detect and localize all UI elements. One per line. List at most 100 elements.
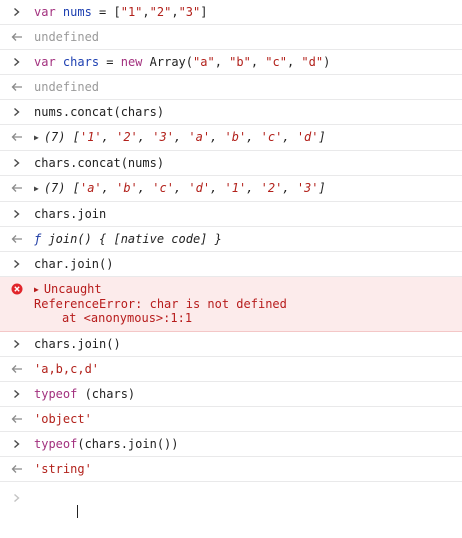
expand-triangle-icon[interactable]: ▶ bbox=[34, 285, 39, 294]
console-prompt[interactable] bbox=[0, 482, 462, 538]
return-arrow-icon bbox=[0, 80, 34, 94]
code-token: 'a,b,c,d' bbox=[34, 362, 100, 376]
output-value: undefined bbox=[34, 30, 458, 44]
code-token: , bbox=[171, 5, 179, 19]
return-arrow-icon bbox=[0, 232, 34, 246]
code-token: '1' bbox=[224, 181, 247, 195]
input-code: chars.join bbox=[34, 207, 458, 221]
code-token: chars.join bbox=[34, 207, 107, 221]
code-token: "a" bbox=[193, 55, 215, 69]
code-token: , bbox=[214, 55, 230, 69]
code-token: new bbox=[120, 55, 143, 69]
chevron-right-icon bbox=[0, 55, 34, 69]
devtools-console: var nums = ["1","2","3"] undefined var cha… bbox=[0, 0, 462, 518]
chevron-right-icon bbox=[0, 156, 34, 170]
console-input-line: chars.join bbox=[0, 202, 462, 227]
code-token: , bbox=[282, 181, 297, 195]
return-arrow-icon bbox=[0, 362, 34, 376]
output-value[interactable]: ▶ (7) ['a', 'b', 'c', 'd', '1', '2', '3'] bbox=[34, 181, 458, 196]
code-token: 'd' bbox=[188, 181, 211, 195]
console-input-line: typeof(chars.join()) bbox=[0, 432, 462, 457]
code-token: '3' bbox=[152, 130, 174, 144]
expand-triangle-icon[interactable]: ▶ bbox=[34, 133, 39, 142]
code-token: , bbox=[286, 55, 302, 69]
code-token: typeof bbox=[34, 437, 78, 451]
code-token: , bbox=[282, 130, 297, 144]
output-value: 'a,b,c,d' bbox=[34, 362, 458, 376]
code-token: ] bbox=[200, 5, 208, 19]
code-token: nums bbox=[62, 5, 92, 19]
expand-triangle-icon[interactable]: ▶ bbox=[34, 184, 39, 193]
code-token: chars bbox=[62, 55, 100, 69]
input-code: typeof (chars) bbox=[34, 387, 458, 401]
console-input-line: var nums = ["1","2","3"] bbox=[0, 0, 462, 25]
console-error-message: ▶ Uncaught ReferenceError: char is not def… bbox=[0, 277, 462, 332]
error-text: ▶ Uncaught ReferenceError: char is not def… bbox=[34, 282, 458, 325]
input-code: nums.concat(chars) bbox=[34, 105, 458, 119]
return-arrow-icon bbox=[0, 30, 34, 44]
code-token: "b" bbox=[229, 55, 251, 69]
prompt-chevron-icon bbox=[0, 491, 34, 505]
error-x-icon bbox=[0, 282, 34, 296]
code-token: (chars.join()) bbox=[77, 437, 179, 451]
code-token: '3' bbox=[296, 181, 319, 195]
code-token: , bbox=[173, 181, 189, 195]
code-token: (chars) bbox=[77, 387, 136, 401]
code-token: var bbox=[34, 55, 56, 69]
output-value: 'object' bbox=[34, 412, 458, 426]
code-token: join() { [native code] } bbox=[41, 232, 222, 246]
output-value[interactable]: ▶ (7) ['1', '2', '3', 'a', 'b', 'c', 'd'] bbox=[34, 130, 458, 145]
code-token: , bbox=[246, 130, 261, 144]
code-token: undefined bbox=[34, 80, 100, 94]
chevron-right-icon bbox=[0, 257, 34, 271]
code-token: 'string' bbox=[34, 462, 92, 476]
code-token: 'c' bbox=[260, 130, 283, 144]
console-output-line: 'string' bbox=[0, 457, 462, 482]
code-token: 'd' bbox=[296, 130, 319, 144]
code-token: 'object' bbox=[34, 412, 92, 426]
code-token: Array( bbox=[142, 55, 193, 69]
chevron-right-icon bbox=[0, 5, 34, 19]
code-token: , bbox=[210, 130, 225, 144]
code-token: typeof bbox=[34, 387, 78, 401]
chevron-right-icon bbox=[0, 387, 34, 401]
console-output-line: ▶ (7) ['a', 'b', 'c', 'd', '1', '2', '3'] bbox=[0, 176, 462, 202]
output-value: ƒ join() { [native code] } bbox=[34, 232, 458, 246]
code-token: "d" bbox=[301, 55, 324, 69]
error-line-text: at <anonymous>:1:1 bbox=[62, 311, 193, 325]
prompt-input[interactable] bbox=[34, 491, 458, 533]
console-output-line: ƒ join() { [native code] } bbox=[0, 227, 462, 252]
input-code: var chars = new Array("a", "b", "c", "d"… bbox=[34, 55, 458, 69]
code-token: , bbox=[246, 181, 261, 195]
code-token: , bbox=[101, 130, 117, 144]
code-token: var bbox=[34, 5, 56, 19]
code-token: , bbox=[250, 55, 266, 69]
code-token: , bbox=[137, 181, 153, 195]
error-summary[interactable]: ▶ Uncaught bbox=[34, 282, 458, 297]
code-token: ] bbox=[318, 130, 326, 144]
code-token: 'a' bbox=[188, 130, 211, 144]
input-code: var nums = ["1","2","3"] bbox=[34, 5, 458, 19]
code-token: , bbox=[101, 181, 117, 195]
code-token: 'a' bbox=[79, 181, 102, 195]
stack-frame: at <anonymous>:1:1 bbox=[34, 311, 458, 325]
code-token: '1' bbox=[79, 130, 102, 144]
console-input-line: chars.concat(nums) bbox=[0, 151, 462, 176]
code-token: , bbox=[137, 130, 153, 144]
code-token: '2' bbox=[116, 130, 138, 144]
return-arrow-icon bbox=[0, 130, 34, 144]
code-token: 'b' bbox=[116, 181, 138, 195]
chevron-right-icon bbox=[0, 337, 34, 351]
return-arrow-icon bbox=[0, 462, 34, 476]
code-token: (7) bbox=[43, 130, 73, 144]
code-token: nums.concat(chars) bbox=[34, 105, 165, 119]
code-token: , bbox=[173, 130, 189, 144]
code-token: "2" bbox=[149, 5, 172, 19]
code-token: chars.join() bbox=[34, 337, 121, 351]
code-token: 'c' bbox=[152, 181, 174, 195]
code-token: = [ bbox=[91, 5, 121, 19]
output-value: undefined bbox=[34, 80, 458, 94]
text-caret bbox=[77, 505, 79, 518]
